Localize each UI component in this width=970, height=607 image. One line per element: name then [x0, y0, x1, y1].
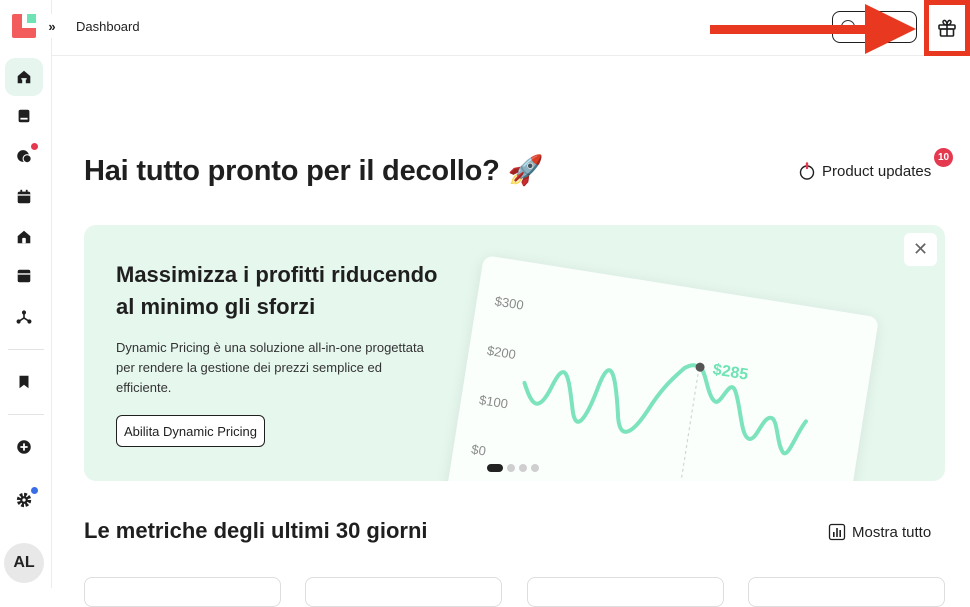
y-tick-label: $200	[486, 343, 517, 362]
product-updates-link[interactable]: Product updates	[798, 162, 931, 180]
banner-illustration-chart: $300 $200 $100 $0 Nov $285	[443, 255, 880, 481]
promo-banner: Massimizza i profitti riducendo al minim…	[84, 225, 945, 481]
chat-icon	[17, 150, 32, 164]
metric-card[interactable]	[748, 577, 945, 607]
timer-icon	[799, 162, 815, 180]
sidebar-divider	[8, 414, 44, 415]
metrics-section-title: Le metriche degli ultimi 30 giorni	[84, 518, 428, 543]
expand-sidebar-button[interactable]: »	[40, 14, 64, 38]
banner-description: Dynamic Pricing è una soluzione all-in-o…	[116, 340, 424, 395]
settings-notification-dot	[31, 487, 38, 494]
y-tick-label: $100	[478, 392, 509, 411]
metric-card[interactable]	[84, 577, 281, 607]
pager-dot[interactable]	[531, 464, 539, 472]
pager-dot[interactable]	[519, 464, 527, 472]
sidebar-item-bookmarks[interactable]	[5, 363, 43, 401]
avatar[interactable]: AL	[4, 543, 44, 583]
enable-dynamic-pricing-button[interactable]: Abilita Dynamic Pricing	[116, 415, 265, 447]
price-line	[522, 363, 808, 456]
sidebar: AL	[0, 0, 52, 588]
bookmark-icon	[19, 375, 29, 389]
sidebar-item-messages[interactable]	[5, 137, 43, 175]
book-icon	[18, 109, 30, 123]
home-icon	[17, 70, 31, 84]
close-banner-button[interactable]: ✕	[904, 233, 937, 266]
close-icon: ✕	[912, 239, 929, 259]
sidebar-item-home[interactable]	[5, 58, 43, 96]
network-icon	[16, 310, 32, 324]
illustration-chart-svg: $300 $200 $100 $0 Nov $285	[466, 293, 808, 481]
sidebar-item-reservations[interactable]	[5, 97, 43, 135]
gift-button[interactable]	[924, 0, 970, 56]
sidebar-divider	[8, 349, 44, 350]
sidebar-item-calendar[interactable]	[5, 178, 43, 216]
pager-dot[interactable]	[507, 464, 515, 472]
x-tick-label: Nov	[466, 479, 492, 481]
pager-dot-active[interactable]	[487, 464, 503, 472]
sidebar-item-channels[interactable]	[5, 257, 43, 295]
house-icon	[17, 230, 31, 244]
sidebar-item-integrations[interactable]	[5, 298, 43, 336]
breadcrumb: Dashboard	[76, 19, 140, 34]
sidebar-item-settings[interactable]	[5, 481, 43, 519]
gift-icon	[938, 19, 956, 37]
show-all-label: Mostra tutto	[852, 523, 932, 541]
show-all-link[interactable]: Mostra tutto	[828, 523, 931, 541]
y-tick-label: $0	[470, 442, 487, 459]
bar-chart-icon	[828, 523, 846, 541]
chevrons-right-icon: »	[48, 18, 56, 34]
updates-count-badge: 10	[934, 148, 953, 167]
banner-title: Massimizza i profitti riducendo al minim…	[116, 262, 438, 319]
highlight-value-label: $285	[712, 361, 750, 383]
settings-icon	[16, 492, 32, 508]
calendar-icon	[17, 189, 31, 204]
app-logo[interactable]	[12, 14, 36, 38]
annotation-arrow	[710, 4, 916, 54]
y-tick-label: $300	[494, 293, 525, 312]
page-title: Hai tutto pronto per il decollo? 🚀	[84, 155, 544, 187]
add-icon	[17, 440, 31, 454]
highlight-guide-line	[680, 367, 700, 479]
sidebar-item-add[interactable]	[5, 428, 43, 466]
product-updates-label: Product updates	[822, 162, 932, 180]
sidebar-item-properties[interactable]	[5, 218, 43, 256]
metric-card[interactable]	[305, 577, 502, 607]
messages-notification-dot	[31, 143, 38, 150]
window-icon	[17, 269, 31, 283]
metric-card[interactable]	[527, 577, 724, 607]
carousel-pager	[487, 464, 539, 472]
